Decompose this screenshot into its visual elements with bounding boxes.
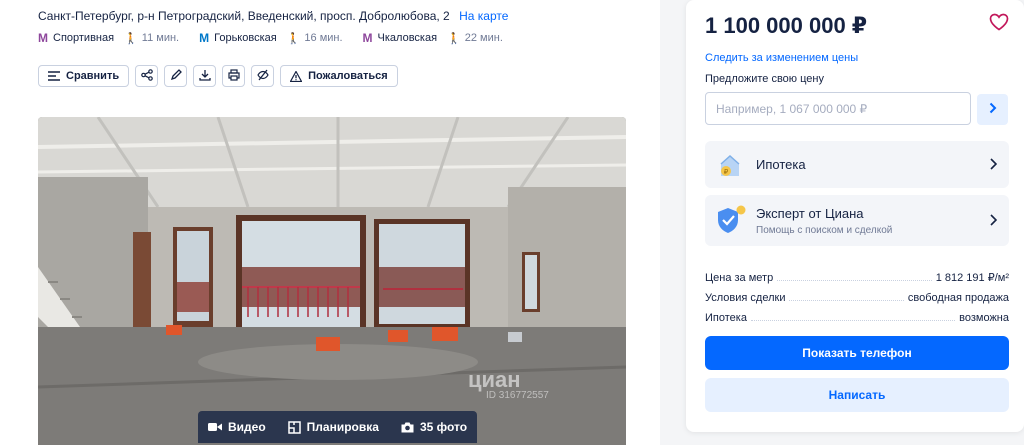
params-list: Цена за метр 1 812 191 ₽/м² Условия сдел… — [705, 264, 1009, 324]
edit-button[interactable] — [164, 65, 188, 87]
hide-button[interactable] — [251, 65, 275, 87]
photos-button[interactable]: 35 фото — [401, 420, 467, 434]
house-coin-icon: ₽ — [715, 150, 745, 185]
metro-time: 11 мин. — [141, 32, 180, 44]
heart-icon — [989, 13, 1009, 35]
print-icon — [228, 68, 240, 84]
metro-time: 16 мин. — [304, 32, 343, 44]
write-message-button[interactable]: Написать — [705, 378, 1009, 412]
param-value: свободная продажа — [903, 292, 1009, 304]
favorite-button[interactable] — [989, 13, 1009, 36]
report-button[interactable]: Пожаловаться — [280, 65, 398, 87]
compare-button[interactable]: Сравнить — [38, 65, 130, 87]
param-key: Цена за метр — [705, 272, 778, 284]
hide-icon — [256, 69, 269, 84]
share-icon — [140, 68, 153, 84]
metro-name: Спортивная — [53, 32, 115, 44]
metro-name: Горьковская — [214, 32, 277, 44]
chevron-right-icon — [990, 213, 998, 231]
offer-price-label: Предложите свою цену — [705, 73, 824, 85]
dotted-leader — [750, 320, 956, 321]
video-button[interactable]: Видео — [208, 420, 266, 434]
param-value: возможна — [955, 312, 1009, 324]
video-label: Видео — [228, 420, 266, 434]
warning-icon — [290, 70, 303, 82]
offer-price-input[interactable] — [705, 92, 971, 125]
metro-station[interactable]: M Горьковская 🚶 16 мин. — [199, 31, 342, 45]
metro-icon: M — [199, 31, 210, 45]
metro-icon: M — [362, 31, 373, 45]
compare-icon — [48, 71, 60, 81]
listing-photo[interactable]: циан ID 316772557 Видео Планировка 35 фо… — [38, 117, 626, 445]
price: 1 100 000 000 ₽ — [705, 13, 868, 38]
share-button[interactable] — [135, 65, 159, 87]
show-phone-button[interactable]: Показать телефон — [705, 336, 1009, 370]
metro-station[interactable]: M Чкаловская 🚶 22 мин. — [363, 31, 503, 45]
shield-icon — [715, 204, 747, 241]
price-card: 1 100 000 000 ₽ Следить за изменением це… — [686, 0, 1024, 432]
floorplan-icon — [287, 420, 301, 434]
camera-icon — [401, 422, 414, 433]
video-icon — [208, 422, 222, 432]
map-link[interactable]: На карте — [459, 9, 508, 23]
param-key: Ипотека — [705, 312, 751, 324]
photos-label: 35 фото — [419, 420, 468, 434]
report-label: Пожаловаться — [308, 70, 388, 82]
param-row: Цена за метр 1 812 191 ₽/м² — [705, 264, 1009, 284]
track-price-link[interactable]: Следить за изменением цены — [705, 52, 858, 64]
floorplan-button[interactable]: Планировка — [287, 420, 379, 434]
download-button[interactable] — [193, 65, 217, 87]
metro-station[interactable]: M Спортивная 🚶 11 мин. — [38, 31, 179, 45]
expert-subtitle: Помощь с поиском и сделкой — [756, 225, 893, 236]
print-button[interactable] — [222, 65, 246, 87]
listing-main: Санкт-Петербург, р-н Петроградский, Введ… — [0, 0, 660, 445]
address: Санкт-Петербург, р-н Петроградский, Введ… — [38, 9, 508, 23]
chevron-right-icon — [990, 157, 998, 175]
param-row: Ипотека возможна — [705, 304, 1009, 324]
walk-icon: 🚶 — [286, 32, 301, 45]
edit-icon — [170, 68, 182, 84]
param-value: 1 812 191 ₽/м² — [931, 271, 1009, 284]
param-key: Условия сделки — [705, 292, 790, 304]
metro-name: Чкаловская — [377, 32, 438, 44]
svg-text:₽: ₽ — [724, 168, 729, 176]
mortgage-service[interactable]: ₽ Ипотека — [705, 141, 1009, 188]
walk-icon: 🚶 — [447, 32, 461, 45]
expert-service[interactable]: Эксперт от Циана Помощь с поиском и сдел… — [705, 195, 1009, 246]
dotted-leader — [777, 280, 932, 281]
param-row: Условия сделки свободная продажа — [705, 284, 1009, 304]
metro-time: 22 мин. — [464, 32, 503, 44]
watermark-id: ID 316772557 — [486, 390, 549, 401]
expert-title: Эксперт от Циана — [756, 206, 864, 221]
metro-icon: M — [38, 31, 48, 45]
address-text: Санкт-Петербург, р-н Петроградский, Введ… — [38, 9, 450, 23]
chevron-right-icon — [989, 101, 997, 119]
metro-list: M Спортивная 🚶 11 мин. M Горьковская 🚶 16 … — [38, 31, 523, 45]
offer-submit-button[interactable] — [977, 94, 1008, 125]
floorplan-label: Планировка — [306, 420, 379, 434]
download-icon — [198, 69, 211, 84]
dotted-leader — [789, 300, 904, 301]
mortgage-title: Ипотека — [756, 157, 806, 172]
walk-icon: 🚶 — [124, 32, 138, 45]
media-bar: Видео Планировка 35 фото — [198, 411, 478, 443]
compare-label: Сравнить — [66, 70, 120, 82]
listing-toolbar: Сравнить Пожаловаться — [38, 65, 398, 87]
